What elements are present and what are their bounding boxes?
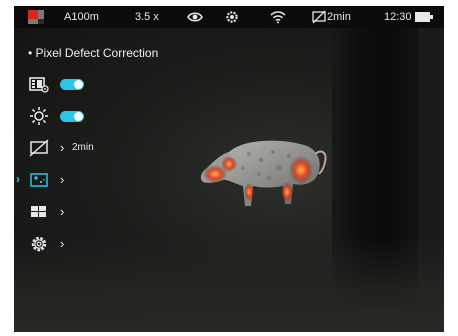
grid-layout-icon: [31, 206, 46, 217]
gear-icon: [31, 236, 47, 252]
chevron-right-icon: ›: [60, 140, 65, 155]
menu-item-layout[interactable]: ›: [14, 200, 214, 224]
menu-item-settings[interactable]: ›: [14, 232, 214, 256]
display-off-timer: 2min: [327, 11, 351, 23]
eye-icon: [187, 12, 203, 22]
chevron-right-icon: ›: [60, 204, 65, 219]
menu-item-brightness[interactable]: [14, 104, 214, 128]
gear-icon: [226, 11, 238, 23]
range-indicator: A100m: [64, 11, 99, 23]
zoom-indicator: 3.5 x: [135, 11, 159, 23]
menu-item-display-off[interactable]: › 2min: [14, 136, 214, 160]
logo-icon: [28, 10, 44, 24]
menu-item-pixel-correction[interactable]: › ›: [14, 168, 214, 192]
pixel-correction-icon: [30, 173, 48, 187]
brightness-toggle[interactable]: [60, 111, 84, 122]
wifi-icon: [270, 11, 286, 24]
menu-item-video-settings[interactable]: [14, 72, 214, 96]
video-settings-toggle[interactable]: [60, 79, 84, 90]
clock: 12:30: [384, 11, 412, 23]
selection-arrow-icon: ›: [16, 172, 20, 186]
status-bar: A100m 3.5 x 2min 12:30: [14, 6, 444, 28]
battery-icon: [415, 12, 433, 22]
display-off-icon: [312, 10, 326, 24]
sun-brightness-icon: [30, 107, 48, 125]
video-settings-icon: [29, 77, 49, 93]
thermal-view: A100m 3.5 x 2min 12:30 • Pixel Defect Co…: [14, 6, 444, 332]
display-off-value: 2min: [72, 142, 94, 153]
chevron-right-icon: ›: [60, 172, 65, 187]
menu-title: • Pixel Defect Correction: [28, 46, 159, 60]
chevron-right-icon: ›: [60, 236, 65, 251]
display-off-icon: [29, 139, 49, 157]
